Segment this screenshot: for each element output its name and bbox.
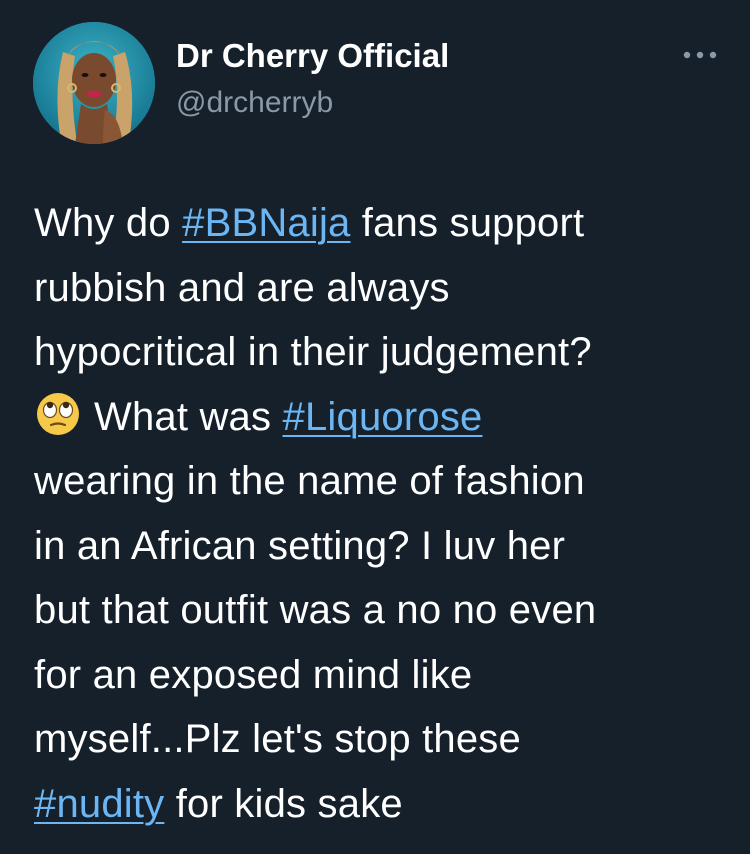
tweet-line: #nudity for kids sake (34, 772, 724, 837)
tweet-line: for an exposed mind like (34, 643, 724, 708)
author-avatar[interactable] (33, 22, 155, 144)
rolling-eyes-emoji-icon (37, 392, 79, 435)
tweet-text: Why do #BBNaija fans support rubbish and … (34, 191, 724, 836)
hashtag-link[interactable]: #BBNaija (182, 201, 350, 245)
more-options-button[interactable] (680, 40, 720, 70)
tweet-line: wearing in the name of fashion (34, 449, 724, 514)
tweet-text-segment: fans support (350, 201, 585, 245)
tweet-text-segment: rubbish and are always (34, 265, 450, 310)
hashtag-link[interactable]: #nudity (34, 782, 164, 826)
tweet-text-segment: but that outfit was a no no even (34, 588, 597, 632)
tweet-line: hypocritical in their judgement? (34, 320, 724, 385)
hashtag-link[interactable]: #Liquorose (283, 395, 483, 439)
profile-photo-icon (33, 22, 155, 144)
tweet-text-segment: myself...Plz let's stop these (34, 717, 521, 761)
tweet-line: What was #Liquorose (34, 385, 724, 450)
tweet-card: Dr Cherry Official @drcherryb Why do #BB… (0, 0, 750, 854)
tweet-text-segment: for kids sake (164, 781, 403, 826)
tweet-line: but that outfit was a no no even (34, 578, 724, 643)
tweet-text-segment: What was (94, 394, 283, 439)
tweet-line: Why do #BBNaija fans support (34, 191, 724, 256)
tweet-line: myself...Plz let's stop these (34, 707, 724, 772)
tweet-text-segment: for an exposed mind like (34, 652, 473, 697)
tweet-line: rubbish and are always (34, 256, 724, 321)
tweet-text-segment: hypocritical in their judgement? (34, 330, 592, 374)
author-handle[interactable]: @drcherryb (176, 86, 333, 120)
tweet-text-segment: Why do (34, 201, 183, 245)
author-name[interactable]: Dr Cherry Official (176, 37, 449, 75)
tweet-text-segment: in an African setting? I luv her (34, 523, 566, 568)
tweet-text-segment: wearing in the name of fashion (34, 459, 585, 503)
tweet-line: in an African setting? I luv her (34, 514, 724, 579)
more-horizontal-icon (683, 51, 717, 59)
